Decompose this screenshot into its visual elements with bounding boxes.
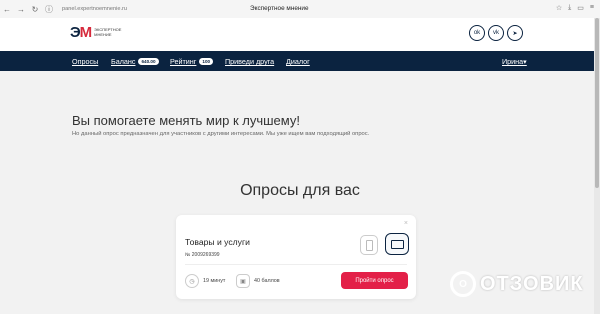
page-headline: Вы помогаете менять мир к лучшему! (72, 113, 300, 128)
browser-toolbar: ← → ↻ ⓘ panel.expertnoemnenie.ru Эксперт… (0, 0, 600, 19)
start-survey-button[interactable]: Пройти опрос (341, 272, 408, 289)
section-title: Опросы для вас (240, 182, 360, 199)
forward-icon[interactable]: → (14, 5, 28, 14)
survey-title: Товары и услуги (185, 237, 250, 247)
logo-mark-icon: ЭМ (70, 24, 92, 41)
logo-text: ЭКСПЕРТНОЕ МНЕНИЕ (94, 27, 122, 37)
download-icon[interactable]: ⤓ (568, 4, 571, 12)
watermark-text: ОТЗОВИК (480, 272, 584, 295)
address-bar[interactable]: panel.expertnoemnenie.ru (62, 6, 127, 12)
nav-dialog[interactable]: Диалог (286, 57, 310, 66)
survey-duration: 19 минут (203, 278, 226, 284)
otzovik-watermark: О ОТЗОВИК (450, 271, 584, 297)
menu-icon[interactable]: ≡ (590, 4, 594, 12)
logo[interactable]: ЭМ ЭКСПЕРТНОЕ МНЕНИЕ (70, 24, 128, 41)
watermark-logo-icon: О (450, 271, 476, 297)
survey-points: 40 баллов (254, 278, 280, 284)
reload-icon[interactable]: ↻ (28, 5, 42, 14)
rating-badge: 100 (199, 58, 214, 65)
nav-rating[interactable]: Рейтинг 100 (170, 57, 214, 66)
site-info-icon[interactable]: ⓘ (42, 4, 56, 15)
nav-surveys[interactable]: Опросы (72, 57, 98, 66)
page-subline: Но данный опрос предназначен для участни… (72, 131, 370, 137)
back-icon[interactable]: ← (0, 5, 14, 14)
clock-icon: ◷ (185, 274, 199, 288)
card-divider (185, 264, 407, 265)
survey-card: × Товары и услуги № 2009269399 ◷ 19 мину… (176, 215, 416, 299)
vk-icon[interactable]: vk (488, 25, 504, 41)
scrollbar-thumb[interactable] (595, 18, 599, 188)
tab-title: Экспертное мнение (250, 5, 309, 12)
user-menu[interactable]: Ирина▾ (502, 57, 527, 66)
nav-balance[interactable]: Баланс 640.00 (111, 57, 159, 66)
nav-invite-friend[interactable]: Приведи друга (225, 57, 274, 66)
close-icon[interactable]: × (404, 220, 408, 227)
bookmark-star-icon[interactable]: ☆ (556, 4, 562, 12)
wallet-icon: ▣ (236, 274, 250, 288)
desktop-device-icon (385, 233, 409, 255)
telegram-icon[interactable]: ➤ (507, 25, 523, 41)
nav-balance-label: Баланс (111, 57, 136, 66)
mobile-device-icon (360, 235, 378, 255)
browser-extensions: ☆ ⤓ ▭ ≡ (556, 4, 594, 12)
page-scrollbar[interactable] (594, 18, 600, 314)
survey-id: № 2009269399 (185, 252, 220, 258)
ok-icon[interactable]: ok (469, 25, 485, 41)
battery-icon: ▭ (577, 5, 584, 12)
nav-rating-label: Рейтинг (170, 57, 197, 66)
balance-badge: 640.00 (138, 58, 159, 65)
main-nav: Опросы Баланс 640.00 Рейтинг 100 Приведи д… (0, 51, 600, 71)
